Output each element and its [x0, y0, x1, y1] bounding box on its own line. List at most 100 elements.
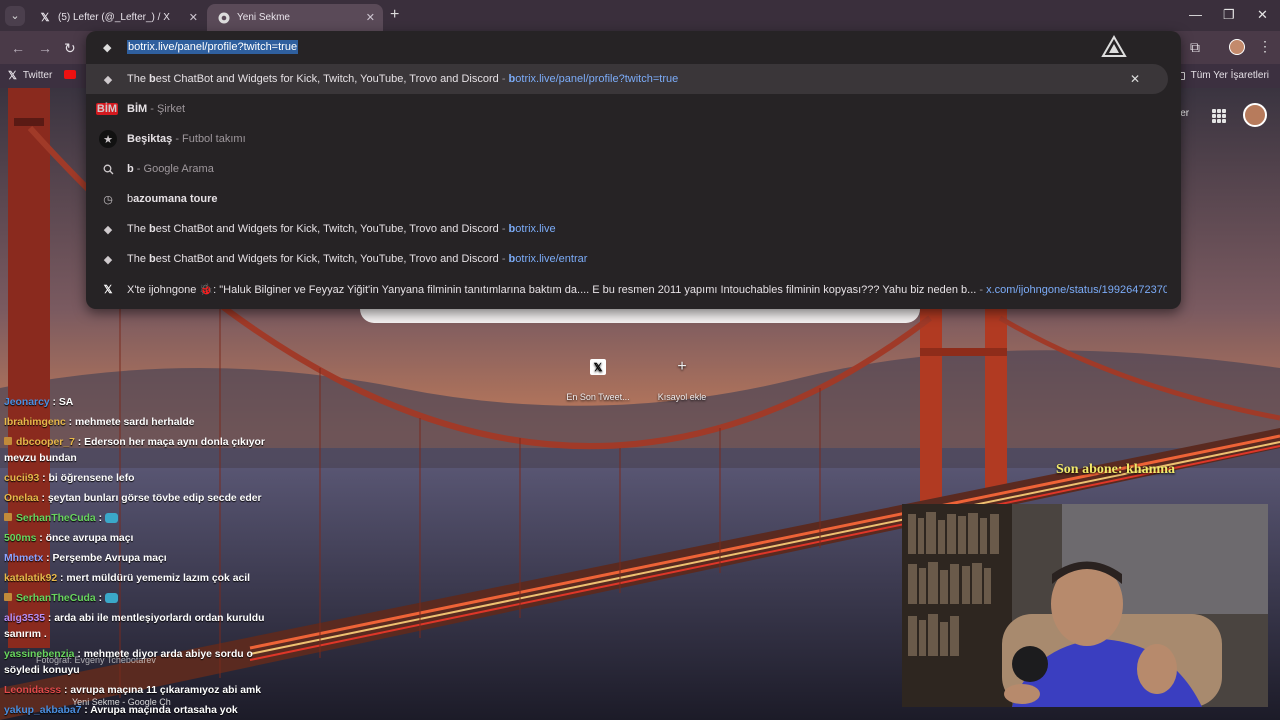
chat-message: SerhanTheCuda : [0, 509, 275, 529]
suggestion-botrix-profile[interactable]: ◆ The best ChatBot and Widgets for Kick,… [86, 64, 1168, 94]
suggestion-match: b [149, 223, 156, 235]
chat-message: 500ms : önce avrupa maçı [4, 533, 134, 544]
tab-title: (5) Lefter (@_Lefter_) / X [58, 12, 170, 23]
omnibox-dropdown: ◆ botrix.live/panel/profile?twitch=true … [86, 31, 1181, 309]
omnibox-input-row[interactable]: ◆ botrix.live/panel/profile?twitch=true [86, 31, 1181, 64]
chat-message: dbcooper_7 : Ederson her maça aynı donla… [4, 437, 265, 464]
suggestion-bim[interactable]: BİM BİM - Şirket [86, 94, 1181, 124]
chat-text: Perşembe Avrupa maçı [52, 553, 167, 564]
chat-badge-icon [4, 437, 12, 445]
chat-username: alig3535 [4, 613, 46, 624]
suggestion-sep: - [498, 73, 509, 85]
latest-subscriber-text: Son abone: khanma [1056, 462, 1176, 477]
forward-arrow-icon[interactable]: → [38, 40, 52, 56]
ntp-profile-avatar[interactable] [1243, 103, 1267, 127]
shortcut-en-son-tweet[interactable]: 𝕏 En Son Tweet... [553, 352, 643, 402]
suggestion-history-bazoumana[interactable]: ◷ bazoumana toure [86, 184, 1181, 214]
suggestion-text: est ChatBot and Widgets for Kick, Twitch… [155, 223, 499, 235]
youtube-icon[interactable] [64, 70, 76, 79]
suggestion-botrix-entrar[interactable]: ◆ The best ChatBot and Widgets for Kick,… [86, 244, 1181, 274]
suggestion-besiktas[interactable]: ★ Beşiktaş - Futbol takımı [86, 124, 1181, 154]
chat-text: bi öğrensene lefo [48, 473, 135, 484]
chrome-logo-icon [217, 11, 231, 25]
shortcut-add[interactable]: + Kısayol ekle [637, 352, 727, 402]
reload-icon[interactable]: ↻ [64, 40, 76, 57]
window-close-icon[interactable]: ✕ [1257, 7, 1268, 23]
all-bookmarks-label: Tüm Yer İşaretleri [1190, 70, 1269, 81]
suggestion-url: otrix.live/entrar [515, 253, 588, 265]
chat-message: katalatik92 : mert müldürü yememiz lazım… [4, 573, 251, 584]
tab-search-button[interactable]: ⌄ [5, 5, 25, 26]
all-bookmarks-button[interactable]: Tüm Yer İşaretleri [1173, 70, 1269, 81]
chat-badge-icon [4, 593, 12, 601]
suggestion-url: otrix.live [515, 223, 556, 235]
suggestion-text: The [127, 253, 150, 265]
besiktas-logo-icon: ★ [99, 130, 117, 148]
suggestion-botrix-live[interactable]: ◆ The best ChatBot and Widgets for Kick,… [86, 214, 1181, 244]
profile-avatar[interactable] [1229, 39, 1245, 55]
chat-text: SA [58, 397, 74, 408]
omnibox-input[interactable]: botrix.live/panel/profile?twitch=true [127, 40, 299, 54]
x-logo-icon: 𝕏 [583, 352, 613, 382]
close-icon[interactable]: ✕ [189, 11, 198, 24]
botrix-icon: ◆ [103, 253, 113, 266]
chat-username: Ibrahimgenc [4, 417, 66, 428]
suggestion-sep: - [172, 133, 183, 145]
suggestion-match: b [127, 163, 134, 175]
tab-strip: ⌄ 𝕏 (5) Lefter (@_Lefter_) / X ✕ Yeni Se… [0, 0, 1280, 31]
back-arrow-icon[interactable]: ← [11, 40, 25, 56]
google-apps-grid-icon[interactable] [1212, 109, 1226, 123]
chat-username: 500ms [4, 533, 37, 544]
suggestion-text: eşiktaş [134, 133, 173, 145]
suggestion-url: otrix.live/panel/profile?twitch=true [515, 73, 679, 85]
taskbar-item-label[interactable]: Yeni Sekme - Google Ch [72, 697, 171, 707]
site-info-icon[interactable]: ◆ [103, 41, 111, 54]
chat-text: şeytan bunları görse tövbe edip secde ed… [47, 493, 262, 504]
suggestion-x-tweet[interactable]: 𝕏 X'te ijohngone 🐞: "Haluk Bilginer ve F… [86, 274, 1181, 304]
tab-title: Yeni Sekme [237, 12, 290, 23]
restore-icon[interactable]: ❐ [1223, 7, 1235, 23]
taskbar-ghost: Yeni Sekme - Google Ch [0, 650, 275, 720]
suggestion-match: B [127, 133, 135, 145]
chat-username: Mhmetx [4, 553, 44, 564]
suggestion-desc: Google Arama [143, 163, 214, 175]
remove-suggestion-close-icon[interactable]: ✕ [1130, 72, 1140, 86]
botrix-icon: ◆ [103, 73, 113, 86]
search-icon [99, 160, 117, 178]
streamer-webcam [902, 504, 1268, 707]
suggestion-completion: azoumana toure [133, 193, 218, 205]
chat-username: SerhanTheCuda [16, 513, 96, 524]
close-icon[interactable]: ✕ [366, 11, 375, 24]
shortcut-label: Kısayol ekle [657, 392, 707, 402]
extensions-puzzle-icon[interactable]: ⧉ [1190, 39, 1200, 56]
suggestion-text: est ChatBot and Widgets for Kick, Twitch… [155, 253, 499, 265]
tab-twitter[interactable]: 𝕏 (5) Lefter (@_Lefter_) / X ✕ [28, 4, 206, 31]
tab-new-tab[interactable]: Yeni Sekme ✕ [207, 4, 383, 31]
chat-message: Mhmetx : Perşembe Avrupa maçı [4, 553, 167, 564]
suggestion-text: İM [134, 103, 148, 115]
chevron-down-icon: ⌄ [10, 10, 20, 22]
chat-text: önce avrupa maçı [45, 533, 134, 544]
suggestion-sep: - [133, 163, 144, 175]
chat-text: mert müldürü yememiz lazım çok acil [66, 573, 251, 584]
bookmark-label: Twitter [22, 70, 53, 81]
suggestion-text: est ChatBot and Widgets for Kick, Twitch… [155, 73, 499, 85]
bookmark-twitter[interactable]: 𝕏 Twitter [8, 69, 52, 82]
suggestion-desc: Futbol takımı [182, 133, 246, 145]
x-logo-icon: 𝕏 [103, 283, 113, 296]
chat-emote-icon [104, 593, 118, 604]
suggestion-match: b [149, 73, 156, 85]
minimize-icon[interactable]: — [1189, 7, 1202, 22]
menu-kebab-icon[interactable]: ⋮ [1258, 38, 1272, 55]
chat-message: alig3535 : arda abi ile mentleşiyorlardı… [4, 613, 265, 640]
chat-username: Jeonarcy [4, 397, 50, 408]
new-tab-plus-icon[interactable]: + [390, 6, 399, 24]
suggestion-text: The [127, 223, 150, 235]
chat-username: SerhanTheCuda [16, 593, 96, 604]
suggestion-google-search[interactable]: b - Google Arama [86, 154, 1181, 184]
chat-message: cucii93 : bi öğrensene lefo [4, 473, 135, 484]
botrix-icon: ◆ [103, 223, 113, 236]
chat-badge-icon [4, 513, 12, 521]
chat-message: Jeonarcy : SA [4, 397, 74, 408]
suggestion-match: b [149, 253, 156, 265]
